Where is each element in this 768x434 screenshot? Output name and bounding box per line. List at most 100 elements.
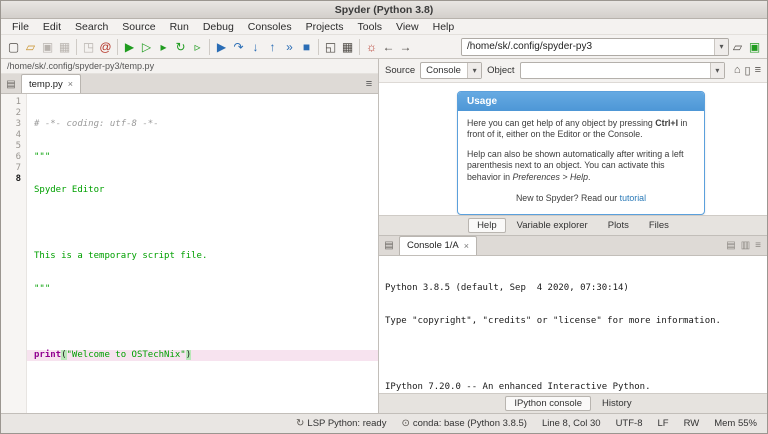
line-number: 7 xyxy=(15,163,21,173)
continue-icon[interactable]: » xyxy=(281,37,298,56)
console-icon[interactable]: @ xyxy=(97,37,114,56)
help-options-icon[interactable]: ≡ xyxy=(755,64,761,77)
menu-tools[interactable]: Tools xyxy=(351,20,390,34)
help-object-combo[interactable]: ▾ xyxy=(519,62,725,79)
eol-text: LF xyxy=(657,418,669,429)
menubar: File Edit Search Source Run Debug Consol… xyxy=(1,19,767,35)
run-selection-icon[interactable]: ▹ xyxy=(189,37,206,56)
menu-search[interactable]: Search xyxy=(68,20,115,34)
cursor-position-text: Line 8, Col 30 xyxy=(541,418,601,429)
parent-directory-icon[interactable]: ▱ xyxy=(729,37,746,56)
code-line: # -*- coding: utf-8 -*- xyxy=(34,119,159,129)
ipython-console[interactable]: Python 3.8.5 (default, Sep 4 2020, 07:30… xyxy=(379,256,767,393)
help-source-combo[interactable]: Console ▾ xyxy=(420,62,483,79)
line-number: 5 xyxy=(15,141,21,151)
lock-icon[interactable]: ▯ xyxy=(745,64,751,77)
save-icon[interactable]: ▣ xyxy=(39,37,56,56)
working-directory-combo[interactable]: ▾ xyxy=(461,37,729,56)
home-icon[interactable]: ⌂ xyxy=(734,64,741,77)
console-list-icon[interactable]: ▤ xyxy=(726,240,735,251)
editor-options-icon[interactable]: ≡ xyxy=(360,75,378,93)
step-icon[interactable]: ↷ xyxy=(230,37,247,56)
toolbar-separator xyxy=(359,38,360,55)
editor-tab-temp-py[interactable]: temp.py × xyxy=(21,74,82,93)
usage-text: . xyxy=(588,171,591,182)
line-number: 1 xyxy=(15,97,21,107)
debug-file-icon[interactable]: ▶ xyxy=(213,37,230,56)
tab-plots[interactable]: Plots xyxy=(599,218,638,233)
browse-tabs-icon[interactable]: ▤ xyxy=(1,75,21,93)
step-into-icon[interactable]: ↓ xyxy=(247,37,264,56)
tutorial-link[interactable]: tutorial xyxy=(620,193,646,203)
layout-icon[interactable]: ▦ xyxy=(339,37,356,56)
save-all-icon[interactable]: ▦ xyxy=(56,37,73,56)
usage-box: Usage Here you can get help of any objec… xyxy=(457,91,705,215)
menu-projects[interactable]: Projects xyxy=(299,20,351,34)
chevron-down-icon[interactable]: ▾ xyxy=(714,38,728,55)
console-options-icon[interactable]: ≡ xyxy=(755,240,761,251)
encoding-text: UTF-8 xyxy=(615,418,643,429)
conda-status[interactable]: ⊙ conda: base (Python 3.8.5) xyxy=(401,418,526,429)
console-banner-line: IPython 7.20.0 -- An enhanced Interactiv… xyxy=(385,382,761,393)
usage-text: Here you can get help of any object by p… xyxy=(467,118,656,128)
help-pane-tabs: Help Variable explorer Plots Files xyxy=(379,214,767,235)
console-banner-line: Python 3.8.5 (default, Sep 4 2020, 07:30… xyxy=(385,283,761,294)
console-tab[interactable]: Console 1/A × xyxy=(399,235,478,255)
menu-help[interactable]: Help xyxy=(426,20,462,34)
menu-run[interactable]: Run xyxy=(163,20,196,34)
back-icon[interactable]: ← xyxy=(380,37,397,56)
console-pane-tabs: IPython console History xyxy=(379,393,767,413)
tab-help[interactable]: Help xyxy=(468,217,506,233)
lsp-icon: ↻ xyxy=(296,418,305,429)
lsp-status: ↻ LSP Python: ready xyxy=(296,418,386,429)
close-tab-icon[interactable]: × xyxy=(68,79,73,89)
browse-consoles-icon[interactable]: ▤ xyxy=(379,237,399,255)
console-pane: ▤ Console 1/A × ▤ ▥ ≡ Python 3.8.5 (defa… xyxy=(379,235,767,413)
toolbar-separator xyxy=(117,38,118,55)
tab-files[interactable]: Files xyxy=(640,218,678,233)
fullscreen-icon[interactable]: ◳ xyxy=(80,37,97,56)
step-return-icon[interactable]: ↑ xyxy=(264,37,281,56)
usage-paragraph-1: Here you can get help of any object by p… xyxy=(467,118,695,141)
console-grid-icon[interactable]: ▥ xyxy=(741,240,750,251)
code-editor[interactable]: 1 2 3 4 5 6 7 8 # -*- coding: utf-8 -*- … xyxy=(1,94,378,413)
tab-ipython-console[interactable]: IPython console xyxy=(505,396,592,411)
encoding-status: UTF-8 xyxy=(616,418,643,429)
chevron-down-icon[interactable]: ▾ xyxy=(709,63,724,78)
menu-source[interactable]: Source xyxy=(115,20,162,34)
line-number-gutter: 1 2 3 4 5 6 7 8 xyxy=(1,94,27,413)
menu-edit[interactable]: Edit xyxy=(36,20,68,34)
open-file-icon[interactable]: ▱ xyxy=(22,37,39,56)
maximize-pane-icon[interactable]: ◱ xyxy=(322,37,339,56)
tab-history[interactable]: History xyxy=(593,396,641,411)
code-area[interactable]: # -*- coding: utf-8 -*- """ Spyder Edito… xyxy=(27,94,378,413)
run-icon[interactable]: ▶ xyxy=(121,37,138,56)
working-directory-input[interactable] xyxy=(462,38,714,55)
run-cell-advance-icon[interactable]: ▸ xyxy=(155,37,172,56)
run-cell-icon[interactable]: ▷ xyxy=(138,37,155,56)
close-console-icon[interactable]: × xyxy=(464,241,469,251)
preferences-path: Preferences > Help xyxy=(512,171,589,182)
menu-debug[interactable]: Debug xyxy=(196,20,241,34)
new-file-icon[interactable]: ▢ xyxy=(5,37,22,56)
code-line-current: print("Welcome to OSTechNix") xyxy=(27,350,378,361)
main-toolbar: ▢ ▱ ▣ ▦ ◳ @ ▶ ▷ ▸ ↻ ▹ ▶ ↷ ↓ ↑ » ■ ◱ ▦ ☼ … xyxy=(1,35,767,59)
menu-file[interactable]: File xyxy=(5,20,36,34)
menu-view[interactable]: View xyxy=(389,20,426,34)
set-working-directory-icon[interactable]: ▣ xyxy=(746,37,763,56)
titlebar[interactable]: Spyder (Python 3.8) xyxy=(1,1,767,19)
right-panes: Source Console ▾ Object ▾ ⌂ ▯ ≡ Usage He… xyxy=(379,59,767,413)
forward-icon[interactable]: → xyxy=(397,37,414,56)
chevron-down-icon[interactable]: ▾ xyxy=(467,63,482,78)
stop-icon[interactable]: ■ xyxy=(298,37,315,56)
rerun-cell-icon[interactable]: ↻ xyxy=(172,37,189,56)
menu-consoles[interactable]: Consoles xyxy=(241,20,299,34)
cursor-position: Line 8, Col 30 xyxy=(542,418,601,429)
console-tab-label: Console 1/A xyxy=(407,240,459,252)
tab-variable-explorer[interactable]: Variable explorer xyxy=(508,218,597,233)
console-tabbar: ▤ Console 1/A × ▤ ▥ ≡ xyxy=(379,235,767,256)
code-line: """ xyxy=(34,284,51,294)
preferences-icon[interactable]: ☼ xyxy=(363,37,380,56)
